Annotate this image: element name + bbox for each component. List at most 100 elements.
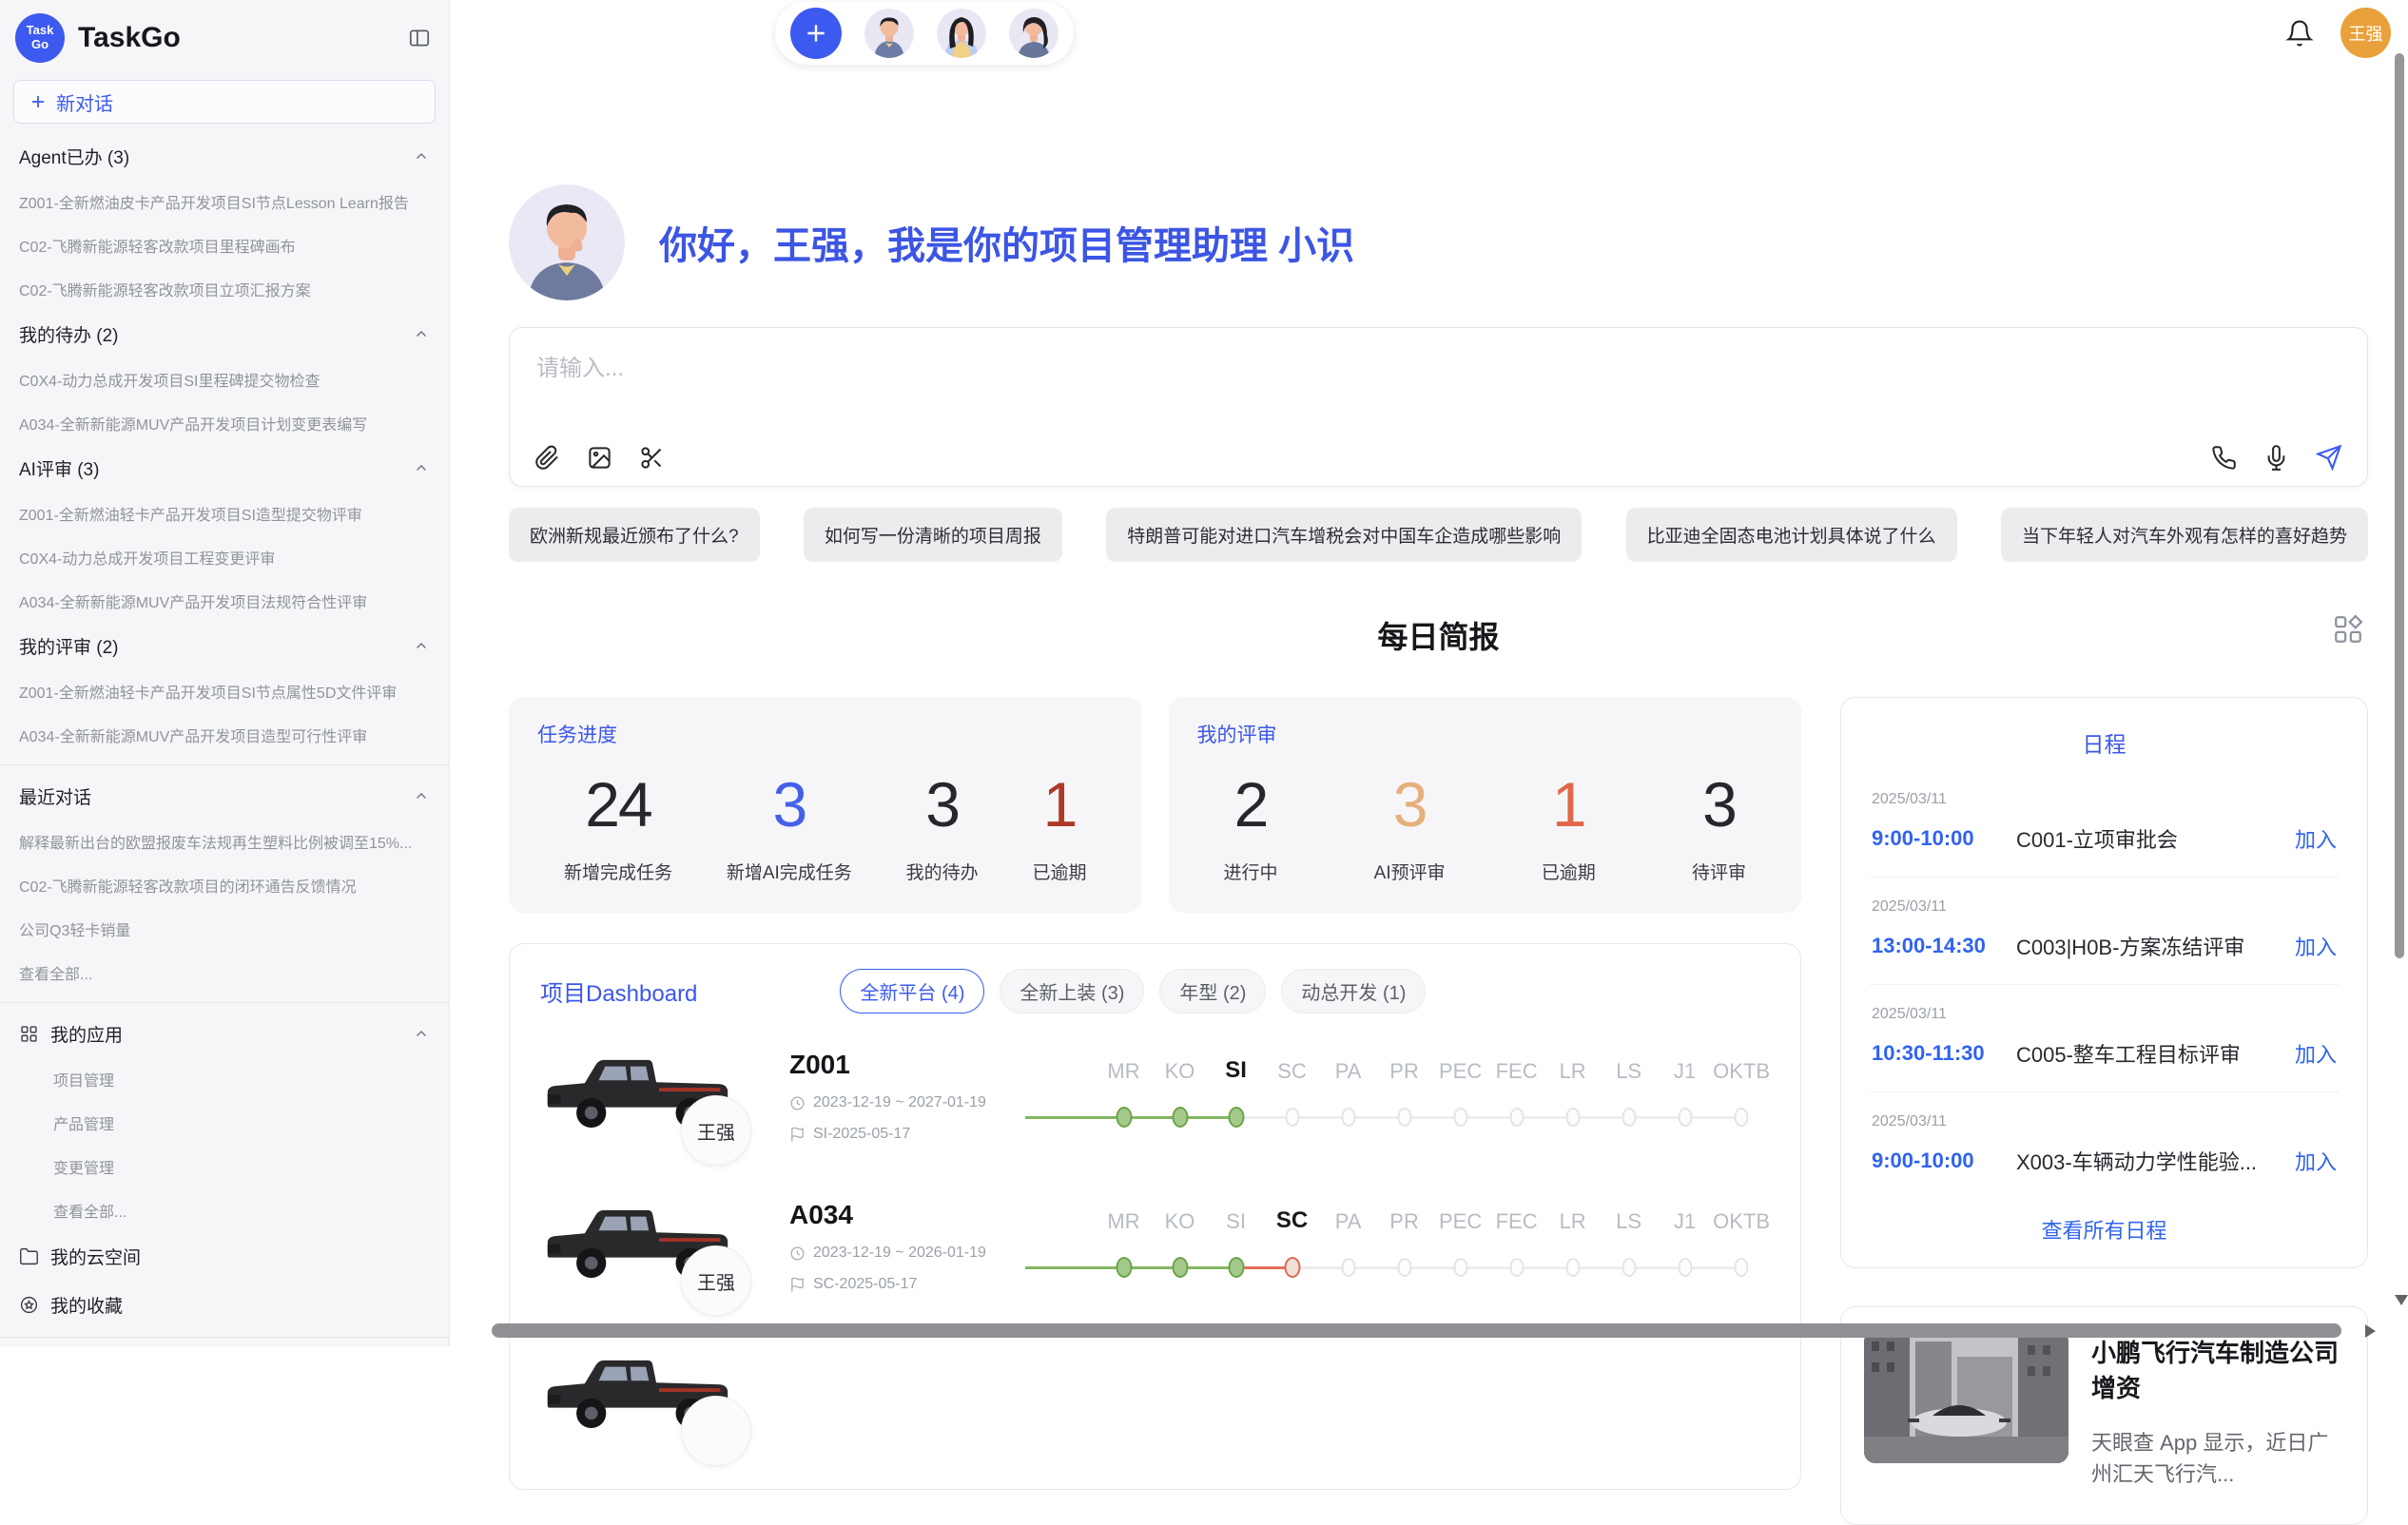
scroll-right-arrow[interactable]	[2365, 1324, 2376, 1338]
my-review-title: 我的评审	[1197, 720, 1774, 748]
sidebar-section-header[interactable]: AI评审 (3)	[0, 445, 449, 492]
recent-chat-item[interactable]: C02-飞腾新能源轻客改款项目的闭环通告反馈情况	[0, 863, 449, 907]
join-link[interactable]: 加入	[2295, 931, 2337, 961]
sidebar-item[interactable]: C02-飞腾新能源轻客改款项目立项汇报方案	[0, 267, 449, 311]
sidebar-item[interactable]: C0X4-动力总成开发项目工程变更评审	[0, 535, 449, 579]
agent-avatar-2[interactable]	[937, 9, 986, 58]
suggestion-chip[interactable]: 欧洲新规最近颁布了什么?	[509, 508, 760, 562]
milestone-dot-cell	[1432, 1255, 1488, 1280]
sidebar-item-favorites[interactable]: 我的收藏	[0, 1281, 449, 1329]
new-chat-button[interactable]: 新对话	[13, 80, 436, 124]
chat-composer	[509, 327, 2368, 487]
milestone-label: SI	[1208, 1209, 1264, 1234]
news-image	[1864, 1330, 2068, 1463]
stat-value: 3	[772, 773, 806, 836]
sidebar-item[interactable]: C0X4-动力总成开发项目SI里程碑提交物检查	[0, 357, 449, 401]
bell-icon[interactable]	[2285, 19, 2314, 48]
view-all-schedule[interactable]: 查看所有日程	[1870, 1214, 2339, 1245]
greeting-text: 你好，王强，我是你的项目管理助理 小识	[659, 215, 1354, 270]
sidebar-item[interactable]: A034-全新新能源MUV产品开发项目造型可行性评审	[0, 713, 449, 757]
topbar-right: 王强	[2285, 8, 2391, 58]
project-flag: SI-2025-05-17	[789, 1126, 1018, 1143]
user-avatar[interactable]: 王强	[2340, 8, 2391, 58]
app-item[interactable]: 项目管理	[0, 1057, 449, 1101]
image-upload-icon[interactable]	[587, 445, 612, 471]
sidebar-item[interactable]: Z001-全新燃油轻卡产品开发项目SI造型提交物评审	[0, 492, 449, 535]
attachment-icon[interactable]	[534, 445, 560, 471]
flag-label: SC-2025-05-17	[813, 1276, 917, 1293]
milestone-dot-cell	[1714, 1255, 1770, 1280]
collapse-sidebar-icon[interactable]	[407, 26, 432, 50]
stat-value: 1	[1552, 773, 1585, 836]
stat-value: 2	[1234, 773, 1268, 836]
join-link[interactable]: 加入	[2295, 823, 2337, 854]
add-agent-button[interactable]	[790, 8, 842, 59]
project-code: A034	[789, 1200, 1018, 1230]
suggestion-chip[interactable]: 如何写一份清晰的项目周报	[804, 508, 1062, 562]
logo-text-bottom: Go	[31, 38, 49, 52]
milestone-dot	[1735, 1108, 1749, 1127]
join-link[interactable]: 加入	[2295, 1146, 2337, 1176]
milestone-dot-cell	[1658, 1105, 1714, 1129]
app-item[interactable]: 变更管理	[0, 1145, 449, 1188]
app-item[interactable]: 产品管理	[0, 1101, 449, 1145]
suggestion-chip[interactable]: 特朗普可能对进口汽车增税会对中国车企造成哪些影响	[1106, 508, 1582, 562]
content-column: 你好，王强，我是你的项目管理助理 小识	[509, 72, 2368, 1346]
sidebar-item[interactable]: A034-全新新能源MUV产品开发项目法规符合性评审	[0, 579, 449, 623]
my-apps-header[interactable]: 我的应用	[0, 1011, 449, 1057]
milestone-dot-cell	[1320, 1255, 1376, 1280]
scroll-down-arrow[interactable]	[2395, 1295, 2408, 1305]
stat-label: 已逾期	[1032, 859, 1086, 884]
agent-avatar-3[interactable]	[1009, 9, 1058, 58]
suggestion-chip[interactable]: 比亚迪全固态电池计划具体说了什么	[1626, 508, 1957, 562]
sidebar-section-header[interactable]: 我的评审 (2)	[0, 623, 449, 669]
suggestion-chip[interactable]: 当下年轻人对汽车外观有怎样的喜好趋势	[2001, 508, 2368, 562]
left-column: 任务进度 24新增完成任务3新增AI完成任务3我的待办1已逾期 我的评审 2进行…	[509, 697, 1801, 1490]
sidebar-section-header[interactable]: Agent已办 (3)	[0, 133, 449, 180]
recent-view-all[interactable]: 查看全部...	[0, 951, 449, 994]
sidebar-item[interactable]: Z001-全新燃油轻卡产品开发项目SI节点属性5D文件评审	[0, 669, 449, 713]
filter-pill[interactable]: 全新上装 (3)	[1000, 969, 1144, 1013]
filter-pill[interactable]: 全新平台 (4)	[840, 969, 984, 1013]
milestone-dots	[1025, 1105, 1770, 1129]
milestone-dot	[1679, 1258, 1693, 1277]
schedule-time: 9:00-10:00	[1872, 826, 2016, 851]
sidebar-section-header[interactable]: 我的待办 (2)	[0, 311, 449, 357]
apps-view-all[interactable]: 查看全部...	[0, 1188, 449, 1232]
milestone-dot-cell	[1152, 1255, 1208, 1280]
project-row: 王强Z0012023-12-19 ~ 2027-01-19SI-2025-05-…	[540, 1046, 1770, 1164]
stat: 1已逾期	[1032, 773, 1086, 884]
sidebar-item[interactable]: Z001-全新燃油皮卡产品开发项目SI节点Lesson Learn报告	[0, 180, 449, 223]
recent-chat-item[interactable]: 解释最新出台的欧盟报废车法规再生塑料比例被调至15%...	[0, 820, 449, 863]
project-dates: 2023-12-19 ~ 2027-01-19	[789, 1094, 1018, 1111]
join-link[interactable]: 加入	[2295, 1038, 2337, 1069]
phone-call-icon[interactable]	[2211, 445, 2237, 471]
agent-avatar-1[interactable]	[864, 9, 914, 58]
news-card[interactable]: 小鹏飞行汽车制造公司增资 天眼查 App 显示，近日广州汇天飞行汽...	[1840, 1306, 2368, 1525]
milestone-label: PA	[1320, 1059, 1376, 1084]
section-label: AI评审 (3)	[19, 455, 413, 481]
sidebar-item[interactable]: C02-飞腾新能源轻客改款项目里程碑画布	[0, 223, 449, 267]
stat: 3我的待办	[906, 773, 979, 884]
horizontal-scrollbar[interactable]	[492, 1323, 2341, 1338]
chat-input[interactable]	[510, 328, 2367, 415]
recent-chat-item[interactable]: 公司Q3轻卡销量	[0, 907, 449, 951]
layout-apps-icon[interactable]	[2332, 613, 2364, 646]
right-column: 日程 2025/03/119:00-10:00C001-立项审批会加入2025/…	[1840, 697, 2368, 1525]
milestone-dot	[1679, 1108, 1693, 1127]
milestone-label: J1	[1657, 1059, 1713, 1084]
milestone-dot-cell	[1489, 1255, 1545, 1280]
sidebar-item[interactable]: A034-全新新能源MUV产品开发项目计划变更表编写	[0, 401, 449, 445]
filter-pill[interactable]: 年型 (2)	[1159, 969, 1266, 1013]
scissors-icon[interactable]	[639, 445, 665, 471]
vertical-scrollbar[interactable]	[2395, 53, 2404, 958]
microphone-icon[interactable]	[2263, 445, 2289, 471]
filter-pill[interactable]: 动总开发 (1)	[1281, 969, 1426, 1013]
milestone-label: FEC	[1488, 1209, 1544, 1234]
schedule-item: 2025/03/1110:30-11:30C005-整车工程目标评审加入	[1870, 985, 2339, 1092]
folder-icon	[19, 1246, 39, 1266]
sidebar-item-cloud-space[interactable]: 我的云空间	[0, 1232, 449, 1281]
project-image: 王强	[540, 1046, 778, 1139]
send-icon[interactable]	[2316, 444, 2342, 471]
recent-chats-header[interactable]: 最近对话	[0, 773, 449, 820]
